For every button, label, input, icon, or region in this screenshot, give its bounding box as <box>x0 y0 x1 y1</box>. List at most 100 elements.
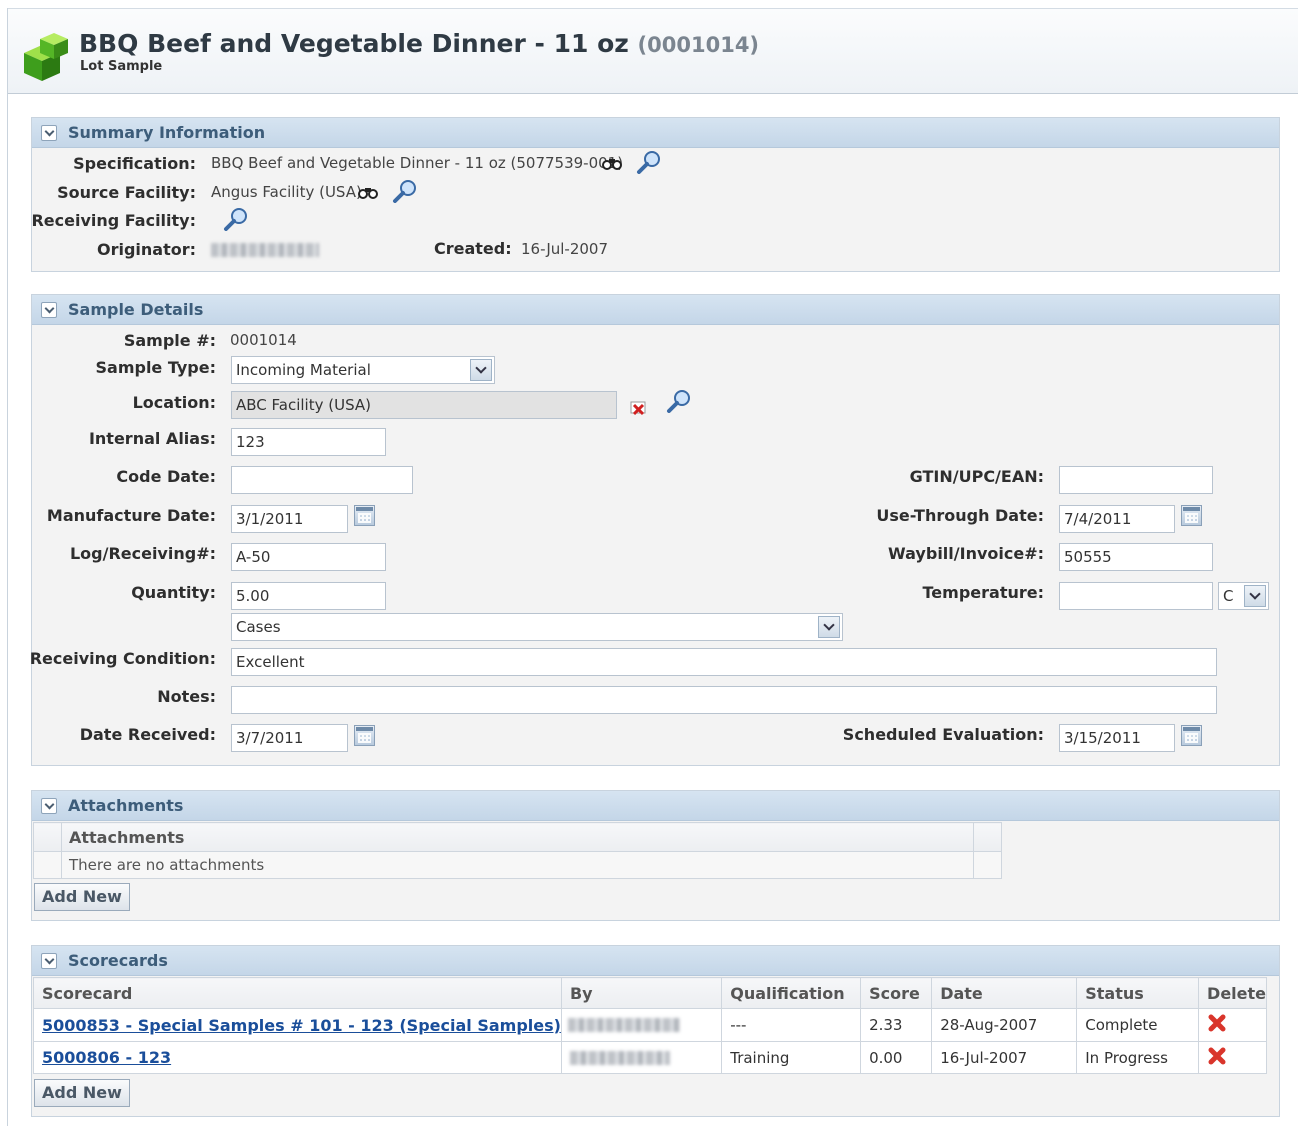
table-row: 5000806 - 123 Training 0.00 16-Jul-2007 … <box>33 1041 1267 1074</box>
calendar-icon[interactable] <box>354 505 375 526</box>
code-date-input[interactable] <box>231 466 413 494</box>
date-cell: 28-Aug-2007 <box>931 1008 1078 1042</box>
waybill-invoice-label: Waybill/Invoice#: <box>888 544 1044 563</box>
calendar-icon[interactable] <box>354 725 375 746</box>
quantity-label: Quantity: <box>131 583 216 602</box>
scorecards-table: Scorecard By Qualification Score Date St… <box>33 977 1267 1074</box>
by-cell <box>560 1041 723 1074</box>
temperature-input[interactable] <box>1059 582 1213 610</box>
manufacture-date-label: Manufacture Date: <box>46 506 216 525</box>
scorecards-panel-title: Scorecards <box>68 951 168 970</box>
by-redacted-value <box>569 1051 670 1065</box>
use-through-date-label: Use-Through Date: <box>876 506 1044 525</box>
by-redacted-value <box>567 1018 680 1032</box>
chevron-down-icon[interactable] <box>1244 585 1266 607</box>
date-received-input[interactable]: 3/7/2011 <box>231 724 348 752</box>
sample-type-label: Sample Type: <box>95 358 217 377</box>
add-attachment-button[interactable]: Add New <box>34 883 130 911</box>
attachments-table: Attachments There are no attachments <box>33 822 1002 879</box>
receiving-condition-input[interactable]: Excellent <box>231 648 1217 676</box>
attachments-panel: Attachments Attachments There are no att… <box>31 790 1280 921</box>
waybill-invoice-input[interactable]: 50555 <box>1059 543 1213 571</box>
table-header-cell[interactable]: Date <box>931 977 1078 1009</box>
date-cell: 16-Jul-2007 <box>931 1041 1078 1074</box>
temperature-unit-select[interactable]: C <box>1218 582 1269 610</box>
location-field: ABC Facility (USA) <box>231 391 617 419</box>
table-header-cell[interactable]: Scorecard <box>33 977 562 1009</box>
table-header-cell[interactable]: By <box>560 977 723 1009</box>
scheduled-evaluation-input[interactable]: 3/15/2011 <box>1059 724 1175 752</box>
table-header-cell[interactable]: Score <box>860 977 933 1009</box>
scorecard-link[interactable]: 5000853 - Special Samples # 101 - 123 (S… <box>42 1016 561 1035</box>
delete-icon[interactable] <box>1207 1046 1227 1066</box>
table-header-cell: Delete <box>1198 977 1267 1009</box>
search-lookup-icon[interactable] <box>636 150 662 174</box>
log-receiving-input[interactable]: A-50 <box>231 543 386 571</box>
sample-number: (0001014) <box>637 33 760 57</box>
calendar-icon[interactable] <box>1181 505 1202 526</box>
scorecard-link[interactable]: 5000806 - 123 <box>42 1048 171 1067</box>
scorecards-panel-header[interactable]: Scorecards <box>32 946 1279 976</box>
quantity-unit-selected: Cases <box>236 618 281 636</box>
scheduled-evaluation-label: Scheduled Evaluation: <box>842 725 1044 744</box>
internal-alias-label: Internal Alias: <box>88 429 216 448</box>
page-title: BBQ Beef and Vegetable Dinner - 11 oz (0… <box>79 29 760 58</box>
sample-details-panel: Sample Details Sample #: 0001014 Sample … <box>30 294 1280 766</box>
table-header-cell[interactable]: Status <box>1076 977 1200 1009</box>
collapse-toggle-icon[interactable] <box>41 125 57 141</box>
page-left-border <box>7 8 8 1126</box>
manufacture-date-input[interactable]: 3/1/2011 <box>231 505 348 533</box>
calendar-icon[interactable] <box>1181 725 1202 746</box>
binoculars-icon[interactable] <box>358 185 378 199</box>
delete-icon[interactable] <box>1207 1013 1227 1033</box>
search-lookup-icon[interactable] <box>223 207 249 231</box>
search-lookup-icon[interactable] <box>392 179 418 203</box>
quantity-unit-select[interactable]: Cases <box>231 613 843 641</box>
notes-label: Notes: <box>157 687 216 706</box>
qualification-cell: --- <box>721 1008 862 1042</box>
status-cell: Complete <box>1076 1008 1200 1042</box>
use-through-date-input[interactable]: 7/4/2011 <box>1059 505 1175 533</box>
temperature-label: Temperature: <box>922 583 1044 602</box>
scorecards-panel: Scorecards Scorecard By Qualification Sc… <box>31 945 1280 1117</box>
code-date-label: Code Date: <box>116 467 216 486</box>
internal-alias-input[interactable]: 123 <box>231 428 386 456</box>
add-scorecard-button[interactable]: Add New <box>34 1079 130 1107</box>
gtin-label: GTIN/UPC/EAN: <box>909 467 1044 486</box>
collapse-toggle-icon[interactable] <box>41 953 57 969</box>
table-header-cell <box>973 822 1002 852</box>
summary-panel-header[interactable]: Summary Information <box>32 118 1279 148</box>
sample-details-panel-header[interactable]: Sample Details <box>32 295 1279 325</box>
score-cell: 0.00 <box>860 1041 933 1074</box>
binoculars-icon[interactable] <box>602 156 622 170</box>
sample-number-label: Sample #: <box>123 331 216 350</box>
summary-panel: Summary Information Specification: BBQ B… <box>31 117 1280 272</box>
specification-value: BBQ Beef and Vegetable Dinner - 11 oz (5… <box>211 154 624 172</box>
collapse-toggle-icon[interactable] <box>41 302 57 318</box>
status-cell: In Progress <box>1076 1041 1200 1074</box>
empty-attachments-text: There are no attachments <box>61 851 974 879</box>
table-header-row: Scorecard By Qualification Score Date St… <box>33 977 1267 1009</box>
clear-location-icon[interactable] <box>629 399 649 417</box>
by-cell <box>560 1008 723 1042</box>
gtin-input[interactable] <box>1059 466 1213 494</box>
chevron-down-icon[interactable] <box>470 359 492 381</box>
sample-type-select[interactable]: Incoming Material <box>231 356 495 384</box>
attachments-panel-header[interactable]: Attachments <box>32 791 1279 821</box>
table-header-cell[interactable]: Qualification <box>721 977 862 1009</box>
source-facility-label: Source Facility: <box>57 183 196 202</box>
notes-input[interactable] <box>231 686 1217 714</box>
date-received-label: Date Received: <box>79 725 216 744</box>
originator-redacted-value <box>211 243 319 257</box>
table-row: There are no attachments <box>33 851 1002 879</box>
chevron-down-icon[interactable] <box>818 616 840 638</box>
collapse-toggle-icon[interactable] <box>41 798 57 814</box>
table-header-cell: Attachments <box>61 822 974 852</box>
lot-sample-cubes-icon <box>24 33 68 81</box>
receiving-facility-label: Receiving Facility: <box>31 211 196 230</box>
source-facility-value: Angus Facility (USA) <box>211 183 362 201</box>
specification-label: Specification: <box>73 154 196 173</box>
sample-number-value: 0001014 <box>230 331 297 349</box>
search-lookup-icon[interactable] <box>666 389 692 413</box>
quantity-input[interactable]: 5.00 <box>231 582 386 610</box>
